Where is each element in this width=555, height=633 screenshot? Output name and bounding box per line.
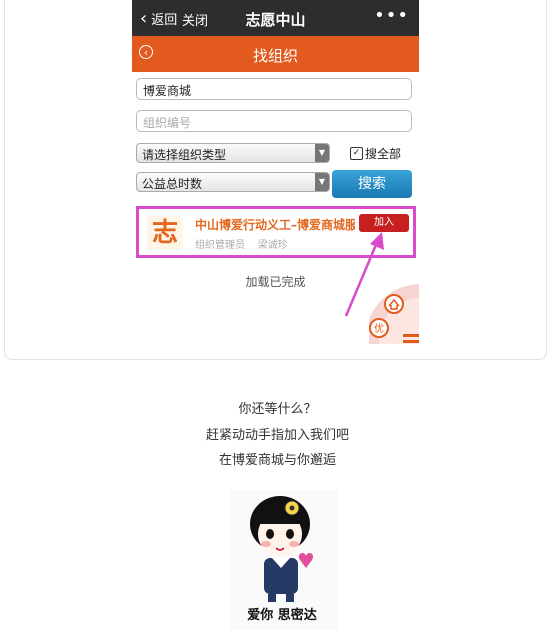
org-meta: 组织管理员 梁诚珍 — [195, 236, 288, 251]
hours-value: 公益总时数 — [142, 177, 203, 191]
hours-select[interactable]: 公益总时数 ▼ — [136, 172, 330, 192]
org-name: 中山博爱行动义工–博爱商城服务 — [195, 218, 355, 232]
org-name-input[interactable]: 博爱商城 — [136, 78, 412, 100]
page-header: ‹ 找组织 — [132, 36, 419, 72]
page-title: 找组织 — [252, 47, 298, 65]
search-all-checkbox[interactable]: ✓ 搜全部 — [350, 145, 401, 162]
select-arrow-icon: ▼ — [315, 173, 329, 191]
search-all-label: 搜全部 — [365, 147, 402, 161]
caption-line-1: 你还等什么？ — [238, 402, 317, 417]
org-manager: 梁诚珍 — [257, 240, 288, 251]
title-bar: ‹ 返回 关闭 志愿中山 ••• — [132, 0, 419, 36]
select-arrow-icon: ▼ — [315, 144, 329, 162]
meme-caption: 爱你 思密达 — [247, 608, 317, 623]
caption-line-2: 赶紧动动手指加入我们吧 — [205, 428, 349, 443]
org-type-select[interactable]: 请选择组织类型 ▼ — [136, 143, 330, 163]
checkbox-checked-icon: ✓ — [350, 147, 363, 160]
org-logo: 志 — [147, 216, 183, 250]
org-number-input[interactable]: 组织编号 — [136, 110, 412, 132]
caption-line-3: 在博爱商城与你邂逅 — [218, 453, 336, 468]
search-button[interactable]: 搜索 — [332, 170, 412, 198]
org-role: 组织管理员 — [195, 240, 245, 251]
ellipsis-icon[interactable]: ••• — [374, 5, 409, 26]
org-type-value: 请选择组织类型 — [142, 148, 227, 162]
badge-char: 优 — [374, 322, 384, 335]
pointer-arrow-icon — [344, 232, 384, 317]
